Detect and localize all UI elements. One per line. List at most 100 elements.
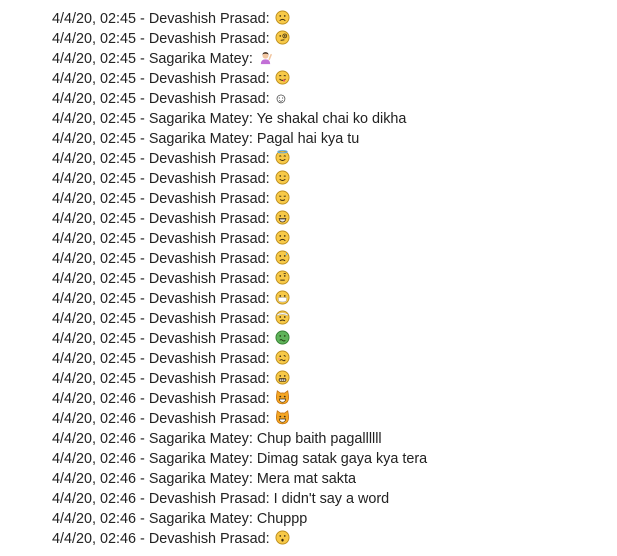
- message-sender: Devashish Prasad: [148, 371, 266, 387]
- message-timestamp: 4/4/20, 02:46: [52, 391, 137, 407]
- chat-line: 4/4/20, 02:45 - Devashish Prasad:: [52, 329, 427, 349]
- message-sender: Devashish Prasad: [148, 351, 266, 367]
- message-text: Dimag satak gaya kya tera: [256, 451, 428, 467]
- chat-line: 4/4/20, 02:45 - Devashish Prasad:: [52, 149, 427, 169]
- chat-line: 4/4/20, 02:45 - Devashish Prasad: ☺: [52, 91, 289, 107]
- message-sender: Sagarika Matey: [148, 131, 249, 147]
- chat-line: 4/4/20, 02:46 - Sagarika Matey: Mera mat…: [52, 471, 356, 487]
- message-timestamp: 4/4/20, 02:45: [52, 11, 137, 27]
- nauseated-face-icon: [275, 330, 290, 345]
- message-timestamp: 4/4/20, 02:45: [52, 51, 137, 67]
- message-timestamp: 4/4/20, 02:46: [52, 431, 137, 447]
- message-timestamp: 4/4/20, 02:45: [52, 271, 137, 287]
- winking-face-icon: [275, 170, 290, 185]
- message-timestamp: 4/4/20, 02:45: [52, 191, 137, 207]
- message-timestamp: 4/4/20, 02:45: [52, 211, 137, 227]
- message-sender: Sagarika Matey: [148, 471, 249, 487]
- message-text: Mera mat sakta: [256, 471, 356, 487]
- message-sender: Devashish Prasad: [148, 531, 266, 547]
- message-timestamp: 4/4/20, 02:45: [52, 231, 137, 247]
- smiling-face-with-halo-icon: [275, 150, 290, 165]
- relieved-face-icon: [275, 190, 290, 205]
- message-sender: Devashish Prasad: [148, 91, 266, 107]
- message-sender: Devashish Prasad: [148, 331, 266, 347]
- message-text: ☺: [273, 91, 289, 107]
- message-timestamp: 4/4/20, 02:46: [52, 451, 137, 467]
- message-timestamp: 4/4/20, 02:46: [52, 491, 137, 507]
- message-sender: Devashish Prasad: [148, 251, 266, 267]
- chat-line: 4/4/20, 02:46 - Devashish Prasad:: [52, 409, 427, 429]
- chat-line: 4/4/20, 02:45 - Devashish Prasad:: [52, 69, 427, 89]
- chat-line: 4/4/20, 02:45 - Devashish Prasad:: [52, 309, 427, 329]
- message-timestamp: 4/4/20, 02:45: [52, 251, 137, 267]
- chat-line: 4/4/20, 02:45 - Sagarika Matey: Ye shaka…: [52, 111, 407, 127]
- message-sender: Sagarika Matey: [148, 111, 249, 127]
- chat-line: 4/4/20, 02:45 - Devashish Prasad:: [52, 369, 427, 389]
- message-sender: Devashish Prasad: [148, 11, 266, 27]
- chat-line: 4/4/20, 02:45 - Devashish Prasad:: [52, 169, 427, 189]
- message-timestamp: 4/4/20, 02:45: [52, 311, 137, 327]
- face-with-head-bandage-icon: [275, 310, 290, 325]
- chat-log: 4/4/20, 02:45 - Devashish Prasad: 4/4/20…: [52, 9, 427, 549]
- message-sender: Sagarika Matey: [148, 431, 249, 447]
- chat-line: 4/4/20, 02:46 - Devashish Prasad:: [52, 389, 427, 409]
- face-with-medical-mask-icon: [275, 290, 290, 305]
- message-text: I didn't say a word: [273, 491, 390, 507]
- message-timestamp: 4/4/20, 02:45: [52, 371, 137, 387]
- message-sender: Sagarika Matey: [148, 451, 249, 467]
- message-sender: Devashish Prasad: [148, 271, 266, 287]
- grimacing-face-icon: [275, 370, 290, 385]
- bottom-edge: [0, 546, 617, 556]
- frowning-face-icon: [275, 10, 290, 25]
- message-text: Ye shakal chai ko dikha: [256, 111, 407, 127]
- chat-line: 4/4/20, 02:45 - Devashish Prasad:: [52, 249, 427, 269]
- message-sender: Devashish Prasad: [148, 391, 266, 407]
- message-timestamp: 4/4/20, 02:45: [52, 351, 137, 367]
- message-sender: Devashish Prasad: [148, 31, 266, 47]
- chat-line: 4/4/20, 02:45 - Devashish Prasad:: [52, 269, 427, 289]
- message-sender: Devashish Prasad: [148, 71, 266, 87]
- message-sender: Devashish Prasad: [148, 491, 266, 507]
- frowning-face-icon: [275, 230, 290, 245]
- message-timestamp: 4/4/20, 02:45: [52, 151, 137, 167]
- chat-line: 4/4/20, 02:46 - Sagarika Matey: Chup bai…: [52, 431, 382, 447]
- chat-line: 4/4/20, 02:45 - Devashish Prasad:: [52, 289, 427, 309]
- hushed-face-icon: [275, 530, 290, 545]
- message-timestamp: 4/4/20, 02:45: [52, 131, 137, 147]
- chat-line: 4/4/20, 02:45 - Sagarika Matey:: [52, 49, 427, 69]
- chat-line: 4/4/20, 02:46 - Sagarika Matey: Chuppp: [52, 511, 308, 527]
- chat-line: 4/4/20, 02:45 - Devashish Prasad:: [52, 229, 427, 249]
- message-text: Chuppp: [256, 511, 308, 527]
- chat-line: 4/4/20, 02:45 - Sagarika Matey: Pagal ha…: [52, 131, 360, 147]
- woman-raising-hand-icon: [258, 50, 273, 65]
- message-timestamp: 4/4/20, 02:45: [52, 291, 137, 307]
- message-timestamp: 4/4/20, 02:45: [52, 171, 137, 187]
- downcast-face-with-sweat-icon: [275, 250, 290, 265]
- message-text: Chup baith pagallllll: [256, 431, 382, 447]
- chat-line: 4/4/20, 02:46 - Sagarika Matey: Dimag sa…: [52, 451, 428, 467]
- grinning-cat-face-icon: [275, 410, 290, 425]
- grinning-cat-face-icon: [275, 390, 290, 405]
- chat-line: 4/4/20, 02:45 - Devashish Prasad:: [52, 29, 427, 49]
- message-sender: Devashish Prasad: [148, 411, 266, 427]
- message-sender: Devashish Prasad: [148, 291, 266, 307]
- message-sender: Devashish Prasad: [148, 151, 266, 167]
- chat-line: 4/4/20, 02:46 - Devashish Prasad: I didn…: [52, 491, 390, 507]
- message-timestamp: 4/4/20, 02:45: [52, 91, 137, 107]
- face-with-raised-eyebrow-icon: [275, 270, 290, 285]
- chat-line: 4/4/20, 02:45 - Devashish Prasad:: [52, 9, 427, 29]
- face-with-monocle-icon: [275, 30, 290, 45]
- message-text: Pagal hai kya tu: [256, 131, 360, 147]
- message-timestamp: 4/4/20, 02:46: [52, 511, 137, 527]
- chat-line: 4/4/20, 02:45 - Devashish Prasad:: [52, 349, 427, 369]
- message-timestamp: 4/4/20, 02:45: [52, 31, 137, 47]
- message-timestamp: 4/4/20, 02:46: [52, 531, 137, 547]
- face-savoring-food-icon: [275, 70, 290, 85]
- message-timestamp: 4/4/20, 02:45: [52, 111, 137, 127]
- message-timestamp: 4/4/20, 02:46: [52, 471, 137, 487]
- message-sender: Devashish Prasad: [148, 311, 266, 327]
- message-timestamp: 4/4/20, 02:46: [52, 411, 137, 427]
- message-timestamp: 4/4/20, 02:45: [52, 331, 137, 347]
- chat-line: 4/4/20, 02:45 - Devashish Prasad:: [52, 189, 427, 209]
- grinning-face-icon: [275, 210, 290, 225]
